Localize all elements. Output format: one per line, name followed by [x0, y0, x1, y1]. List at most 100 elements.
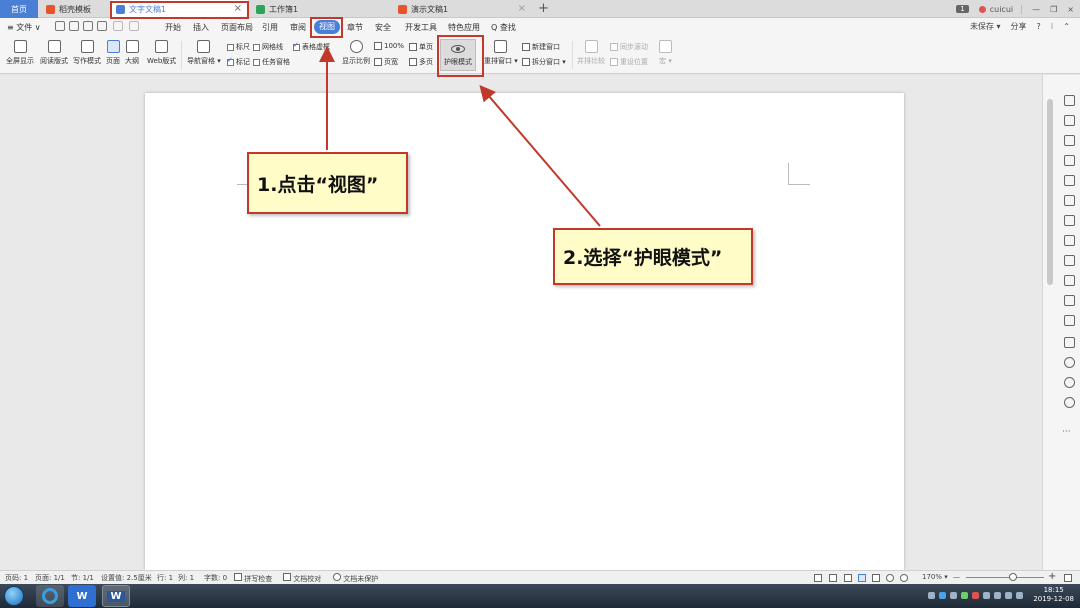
menu-security[interactable]: 安全 [375, 22, 391, 33]
reading-view-icon[interactable] [829, 574, 837, 582]
status-pages[interactable]: 页面: 1/1 [35, 573, 65, 583]
print-preview-icon[interactable] [97, 21, 107, 31]
ruler-checkbox[interactable]: 标尺 [227, 42, 250, 52]
tray-app-icon[interactable] [950, 591, 958, 599]
fill-icon[interactable] [1064, 155, 1075, 166]
clipboard-icon[interactable] [1064, 255, 1075, 266]
side-by-side-button[interactable]: 并排比较 [577, 40, 605, 66]
user-account[interactable]: cuicui [978, 4, 1023, 14]
tab-home[interactable]: 首页 [0, 0, 38, 18]
close-tab-icon[interactable]: × [518, 3, 526, 14]
close-window-button[interactable]: × [1067, 5, 1074, 14]
tab-presentation[interactable]: 演示文稿1 × [392, 0, 532, 18]
network-icon[interactable] [1005, 591, 1013, 599]
protection-status[interactable]: 文档未保护 [333, 573, 378, 584]
outline-view-icon[interactable] [872, 574, 880, 582]
status-word-count[interactable]: 字数: 0 [204, 573, 227, 583]
multi-page-button[interactable]: 多页 [409, 57, 433, 67]
layout-icon[interactable] [1064, 315, 1075, 326]
tray-app-icon[interactable] [961, 591, 969, 599]
proofread-button[interactable]: 文档校对 [283, 573, 321, 584]
outline-view-button[interactable]: 大纲 [125, 40, 139, 66]
eye-mode-status-icon[interactable] [900, 574, 908, 582]
file-menu[interactable]: ≡ 文件 ∨ [7, 22, 41, 33]
page-width-button[interactable]: 页宽 [374, 57, 398, 67]
system-clock[interactable]: 18:15 2019-12-08 [1033, 586, 1074, 604]
page-view-button[interactable]: 页面 [106, 40, 120, 66]
eye-mode-button[interactable]: 护眼模式 [440, 39, 476, 71]
menu-view[interactable]: 视图 [314, 20, 340, 34]
menu-insert[interactable]: 插入 [193, 22, 209, 33]
paragraph-icon[interactable] [1064, 235, 1075, 246]
new-tab-button[interactable]: + [538, 1, 549, 16]
more-tools-icon[interactable]: ··· [1062, 427, 1071, 437]
menu-search[interactable]: Q 查找 [491, 22, 516, 33]
fullscreen-button[interactable]: 全屏显示 [6, 40, 34, 66]
zoom-100-button[interactable]: 100% [374, 42, 404, 50]
menu-special-apps[interactable]: 特色应用 [448, 22, 480, 33]
taskbar-browser[interactable] [36, 585, 64, 607]
table-dims-checkbox[interactable]: 表格虚框 [293, 41, 330, 52]
nav-pane-button[interactable]: 导航窗格 ▾ [187, 40, 221, 66]
zoom-slider-track[interactable] [966, 577, 1044, 578]
gridlines-checkbox[interactable]: 网格线 [253, 42, 283, 52]
backup-icon[interactable] [1064, 357, 1075, 368]
tab-template[interactable]: 稻壳模板 [40, 0, 108, 18]
zoom-level-dropdown[interactable]: 170% ▾ [922, 573, 948, 581]
writing-view-icon[interactable] [844, 574, 852, 582]
tray-app-icon[interactable] [983, 591, 991, 599]
shape-icon[interactable] [1064, 135, 1075, 146]
arrange-windows-button[interactable]: 重排窗口 ▾ [484, 40, 518, 66]
reset-position-button[interactable]: 重设位置 [610, 57, 648, 67]
translate-icon[interactable] [1064, 295, 1075, 306]
start-button[interactable] [4, 586, 24, 606]
macro-button[interactable]: 宏 ▾ [659, 40, 672, 66]
web-layout-button[interactable]: Web版式 [147, 40, 176, 66]
zoom-out-button[interactable]: — [953, 573, 960, 581]
tray-app-icon[interactable] [972, 591, 980, 599]
select-icon[interactable] [1064, 115, 1075, 126]
zoom-button[interactable]: 显示比例 [342, 40, 370, 66]
history-icon[interactable] [1064, 377, 1075, 388]
redo-icon[interactable] [129, 21, 139, 31]
close-tab-icon[interactable]: × [234, 3, 242, 14]
table-icon[interactable] [1064, 175, 1075, 186]
menu-developer[interactable]: 开发工具 [405, 22, 437, 33]
status-page-number[interactable]: 页码: 1 [5, 573, 28, 583]
zoom-slider-knob[interactable] [1009, 573, 1017, 581]
zoom-in-button[interactable]: + [1048, 571, 1056, 582]
flag-icon[interactable] [994, 591, 1002, 599]
help-icon[interactable] [1064, 397, 1075, 408]
apps-icon[interactable] [1064, 195, 1075, 206]
split-window-button[interactable]: 拆分窗口 ▾ [522, 57, 566, 67]
sync-scroll-button[interactable]: 同步滚动 [610, 42, 648, 52]
task-pane-checkbox[interactable]: 任务窗格 [253, 57, 290, 67]
writing-mode-button[interactable]: 写作模式 [73, 40, 101, 66]
help-button[interactable]: ? [1037, 22, 1041, 31]
menu-chapter[interactable]: 章节 [347, 22, 363, 33]
undo-icon[interactable] [113, 21, 123, 31]
menu-references[interactable]: 引用 [262, 22, 278, 33]
fullscreen-view-icon[interactable] [814, 574, 822, 582]
edit-icon[interactable] [1064, 275, 1075, 286]
menu-page-layout[interactable]: 页面布局 [221, 22, 253, 33]
page-view-icon[interactable] [858, 574, 866, 582]
chart-icon[interactable] [1064, 215, 1075, 226]
menu-home[interactable]: 开始 [165, 22, 181, 33]
tab-document[interactable]: 文字文稿1 × [110, 0, 248, 18]
tab-workbook[interactable]: 工作簿1 [250, 0, 390, 18]
tray-app-icon[interactable] [928, 591, 936, 599]
web-view-icon[interactable] [886, 574, 894, 582]
share-button[interactable]: 分享 [1011, 21, 1027, 32]
single-page-button[interactable]: 单页 [409, 42, 433, 52]
spellcheck-button[interactable]: 拼写检查 [234, 573, 272, 584]
style-icon[interactable] [1064, 95, 1075, 106]
markup-checkbox[interactable]: 标记 [227, 56, 250, 67]
more-menu-button[interactable]: ⁝ [1051, 22, 1054, 31]
collapse-ribbon-button[interactable]: ⌃ [1063, 22, 1070, 31]
unsaved-status[interactable]: 未保存 ▾ [970, 21, 1001, 32]
notification-badge[interactable]: 1 [956, 5, 969, 13]
save-icon[interactable] [55, 21, 65, 31]
taskbar-wps[interactable]: W [68, 585, 96, 607]
open-icon[interactable] [69, 21, 79, 31]
